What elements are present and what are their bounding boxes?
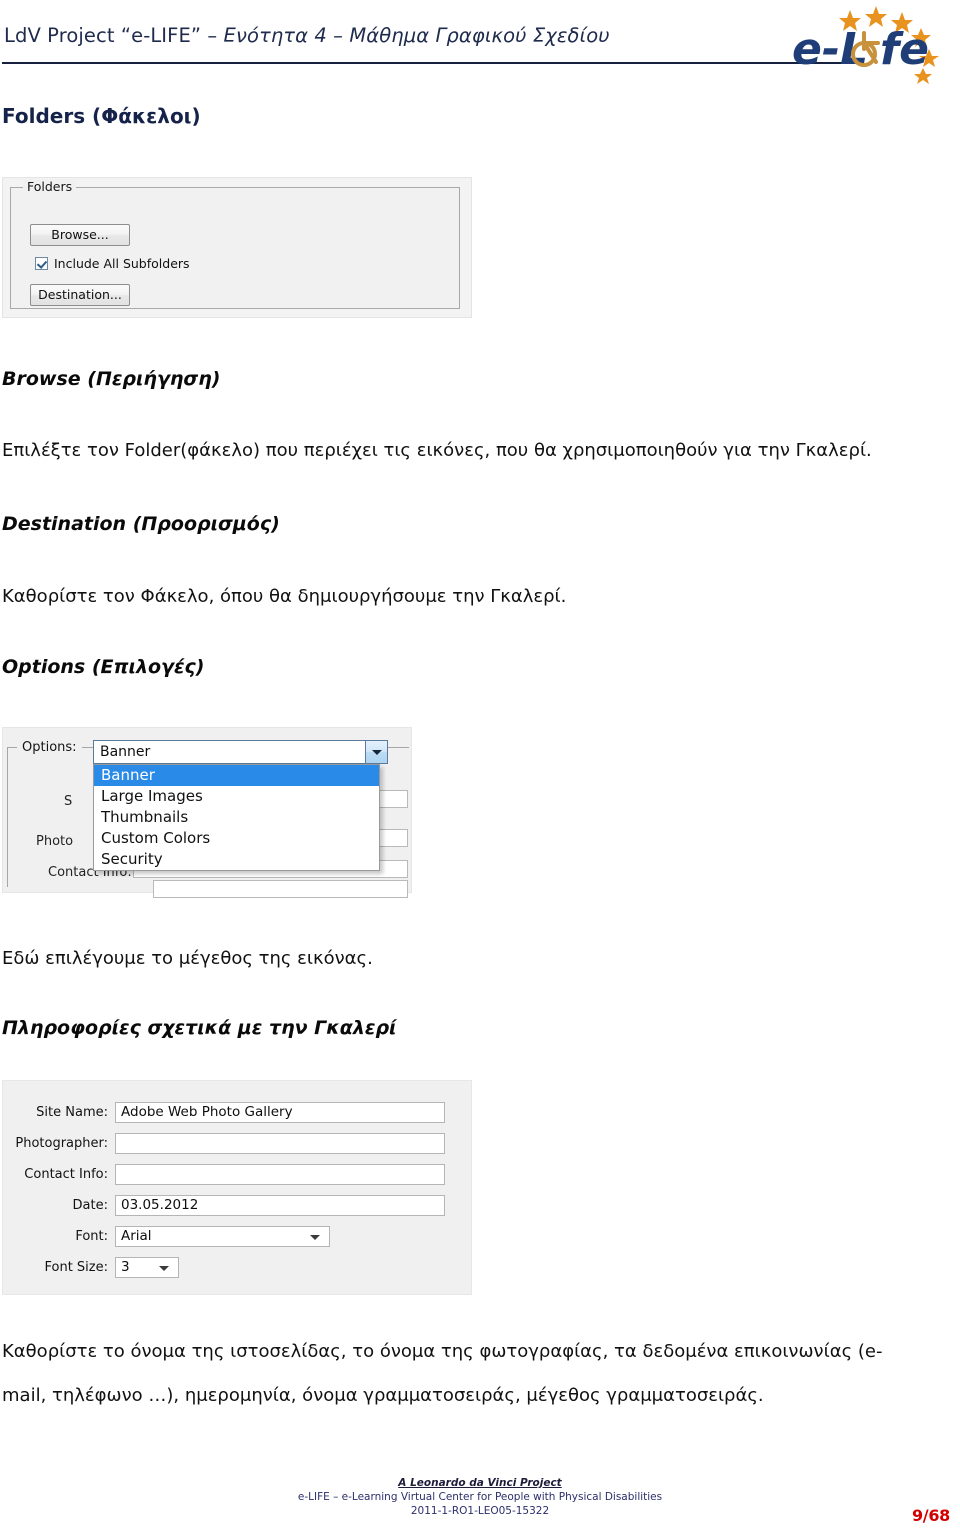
footer-description-line: e-LIFE – e-Learning Virtual Center for P… [297, 1491, 663, 1503]
form-row-site-name: Site Name: Adobe Web Photo Gallery [3, 1101, 453, 1123]
destination-heading: Destination (Προορισμός) [2, 513, 280, 535]
header-divider [2, 62, 852, 64]
options-dialog-screenshot: Options: S Photo Contact Info: Banner Ba… [2, 727, 412, 898]
svg-text:fe: fe [880, 24, 929, 75]
dropdown-item-custom-colors[interactable]: Custom Colors [94, 828, 379, 849]
dropdown-item-large-images[interactable]: Large Images [94, 786, 379, 807]
chevron-down-icon[interactable] [310, 1234, 320, 1240]
form-row-font-size: Font Size: 3 [3, 1256, 453, 1278]
header-title: LdV Project “e-LIFE” – Ενότητα 4 – Μάθημ… [4, 24, 610, 47]
obscured-photographer-label: Photo [36, 834, 74, 849]
contact-info-label: Contact Info: [24, 1166, 108, 1182]
photographer-input[interactable] [115, 1132, 445, 1154]
folders-dialog-screenshot: Folders Browse... Include All Subfolders… [2, 177, 472, 318]
destination-paragraph: Καθορίστε τον Φάκελο, όπου θα δημιουργήσ… [2, 586, 567, 607]
browse-paragraph: Επιλέξτε τον Folder(φάκελο) που περιέχει… [2, 440, 872, 461]
form-row-contact-info: Contact Info: [3, 1163, 453, 1185]
svg-text:e-L: e-L [792, 24, 868, 75]
options-dropdown-list[interactable]: Banner Large Images Thumbnails Custom Co… [93, 764, 380, 871]
form-row-photographer: Photographer: [3, 1132, 453, 1154]
site-name-input[interactable]: Adobe Web Photo Gallery [115, 1101, 445, 1123]
include-subfolders-checkbox[interactable] [35, 257, 48, 270]
font-combobox-value: Arial [121, 1227, 152, 1244]
font-size-combobox-value: 3 [121, 1258, 130, 1275]
folders-groupbox: Folders Browse... Include All Subfolders… [10, 179, 460, 309]
destination-button[interactable]: Destination... [30, 284, 130, 306]
footer-code-line: 2011-1-RO1-LEO05-15322 [410, 1505, 550, 1517]
page-footer: A Leonardo da Vinci Project e-LIFE – e-L… [0, 1476, 960, 1518]
browse-button[interactable]: Browse... [30, 224, 130, 246]
gallery-info-heading: Πληροφορίες σχετικά με την Γκαλερί [2, 1017, 397, 1039]
date-input[interactable]: 03.05.2012 [115, 1194, 445, 1216]
options-combobox-value: Banner [100, 744, 151, 760]
gallery-info-paragraph-line2: mail, τηλέφωνο …), ημερομηνία, όνομα γρα… [2, 1385, 764, 1406]
form-row-date: Date: 03.05.2012 [3, 1194, 453, 1216]
obscured-site-name-label: S [64, 794, 73, 809]
font-size-label: Font Size: [44, 1259, 108, 1275]
chevron-down-icon[interactable] [365, 741, 387, 763]
options-paragraph: Εδώ επιλέγουμε το μέγεθος της εικόνας. [2, 948, 373, 969]
dropdown-item-thumbnails[interactable]: Thumbnails [94, 807, 379, 828]
page-number: 9/68 [911, 1506, 950, 1525]
contact-info-input[interactable] [115, 1163, 445, 1185]
gallery-info-paragraph-line1: Καθορίστε το όνομα της ιστοσελίδας, το ό… [2, 1341, 883, 1362]
font-combobox[interactable]: Arial [115, 1225, 330, 1247]
page-title: Folders (Φάκελοι) [2, 104, 201, 128]
font-size-combobox[interactable]: 3 [115, 1256, 179, 1278]
header-title-regular: LdV Project “e-LIFE” – [4, 24, 224, 47]
header-title-italic: Ενότητα 4 – Μάθημα Γραφικού Σχεδίου [223, 24, 610, 47]
gallery-info-dialog-screenshot: Site Name: Adobe Web Photo Gallery Photo… [2, 1080, 472, 1295]
font-label: Font: [75, 1228, 108, 1244]
folders-groupbox-legend: Folders [23, 179, 77, 194]
background-field-4 [153, 880, 408, 898]
form-row-font: Font: Arial [3, 1225, 453, 1247]
include-subfolders-label: Include All Subfolders [54, 256, 190, 271]
options-combobox[interactable]: Banner [93, 740, 388, 764]
photographer-label: Photographer: [15, 1135, 108, 1151]
page-header: LdV Project “e-LIFE” – Ενότητα 4 – Μάθημ… [0, 0, 960, 92]
browse-heading: Browse (Περιήγηση) [2, 368, 221, 390]
elife-logo: e-L fe [790, 2, 958, 88]
options-label: Options: [17, 740, 82, 755]
options-heading: Options (Επιλογές) [2, 656, 205, 678]
chevron-down-icon[interactable] [159, 1265, 169, 1271]
include-subfolders-checkbox-row[interactable]: Include All Subfolders [35, 256, 190, 271]
options-group-rule-left [7, 747, 8, 887]
site-name-label: Site Name: [36, 1104, 108, 1120]
dropdown-item-security[interactable]: Security [94, 849, 379, 870]
date-label: Date: [72, 1197, 108, 1213]
dropdown-item-banner[interactable]: Banner [94, 765, 379, 786]
footer-project-line: A Leonardo da Vinci Project [398, 1477, 562, 1489]
